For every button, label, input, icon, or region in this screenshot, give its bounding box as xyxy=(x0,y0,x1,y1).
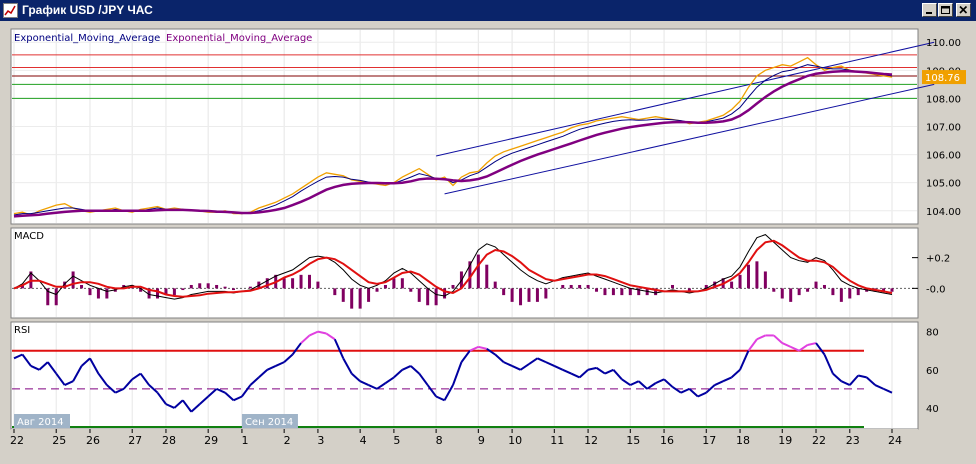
maximize-icon xyxy=(941,6,950,14)
maximize-button[interactable] xyxy=(938,3,953,17)
x-tick-label: 4 xyxy=(360,434,367,447)
window-title: График USD /JPY ЧАС xyxy=(22,3,153,17)
month-label: Авг 2014 xyxy=(17,417,64,428)
x-tick-label: 19 xyxy=(778,434,792,447)
y-tick-label: 110.00 xyxy=(926,38,961,49)
x-tick-label: 24 xyxy=(888,434,902,447)
x-tick-label: 10 xyxy=(508,434,522,447)
y-tick-label: 80 xyxy=(926,328,939,339)
minimize-button[interactable] xyxy=(922,3,937,17)
ema-label-2: Exponential_Moving_Average xyxy=(166,33,312,44)
last-price-label: 108.76 xyxy=(925,73,960,84)
y-tick-label: -0.0 xyxy=(926,284,946,295)
title-bar[interactable]: График USD /JPY ЧАС xyxy=(0,0,976,21)
y-tick-label: 104.00 xyxy=(926,207,961,218)
x-tick-label: 17 xyxy=(702,434,716,447)
x-tick-label: 12 xyxy=(584,434,598,447)
x-tick-label: 22 xyxy=(10,434,24,447)
x-tick-label: 9 xyxy=(478,434,485,447)
x-tick-label: 11 xyxy=(550,434,564,447)
y-tick-label: 60 xyxy=(926,366,939,377)
x-tick-label: 23 xyxy=(846,434,860,447)
close-icon xyxy=(959,5,968,14)
y-tick-label: 40 xyxy=(926,404,939,415)
x-tick-label: 15 xyxy=(626,434,640,447)
rsi-label: RSI xyxy=(14,325,30,336)
x-tick-label: 18 xyxy=(736,434,750,447)
ema-label-1: Exponential_Moving_Average xyxy=(14,33,160,44)
x-tick-label: 3 xyxy=(317,434,324,447)
y-tick-label: 107.00 xyxy=(926,123,961,134)
x-tick-label: 5 xyxy=(393,434,400,447)
x-tick-label: 1 xyxy=(241,434,248,447)
chart-area[interactable]: 110.00109.00108.00107.00106.00105.00104.… xyxy=(0,21,976,464)
y-tick-label: +0.2 xyxy=(926,254,950,265)
y-tick-label: 106.00 xyxy=(926,151,961,162)
y-tick-label: 108.00 xyxy=(926,94,961,105)
month-label: Сен 2014 xyxy=(245,417,293,428)
x-tick-label: 27 xyxy=(128,434,142,447)
close-button[interactable] xyxy=(956,3,971,17)
macd-label: MACD xyxy=(14,231,44,242)
chart-icon xyxy=(3,3,18,18)
x-tick-label: 22 xyxy=(812,434,826,447)
x-tick-label: 29 xyxy=(204,434,218,447)
x-tick-label: 26 xyxy=(86,434,100,447)
x-tick-label: 8 xyxy=(436,434,443,447)
x-tick-label: 25 xyxy=(52,434,66,447)
x-tick-label: 28 xyxy=(162,434,176,447)
minimize-icon xyxy=(926,12,932,14)
y-tick-label: 105.00 xyxy=(926,179,961,190)
chart-window: График USD /JPY ЧАС 110.00109.00108.0010… xyxy=(0,0,976,464)
x-tick-label: 2 xyxy=(284,434,291,447)
x-tick-label: 16 xyxy=(660,434,674,447)
